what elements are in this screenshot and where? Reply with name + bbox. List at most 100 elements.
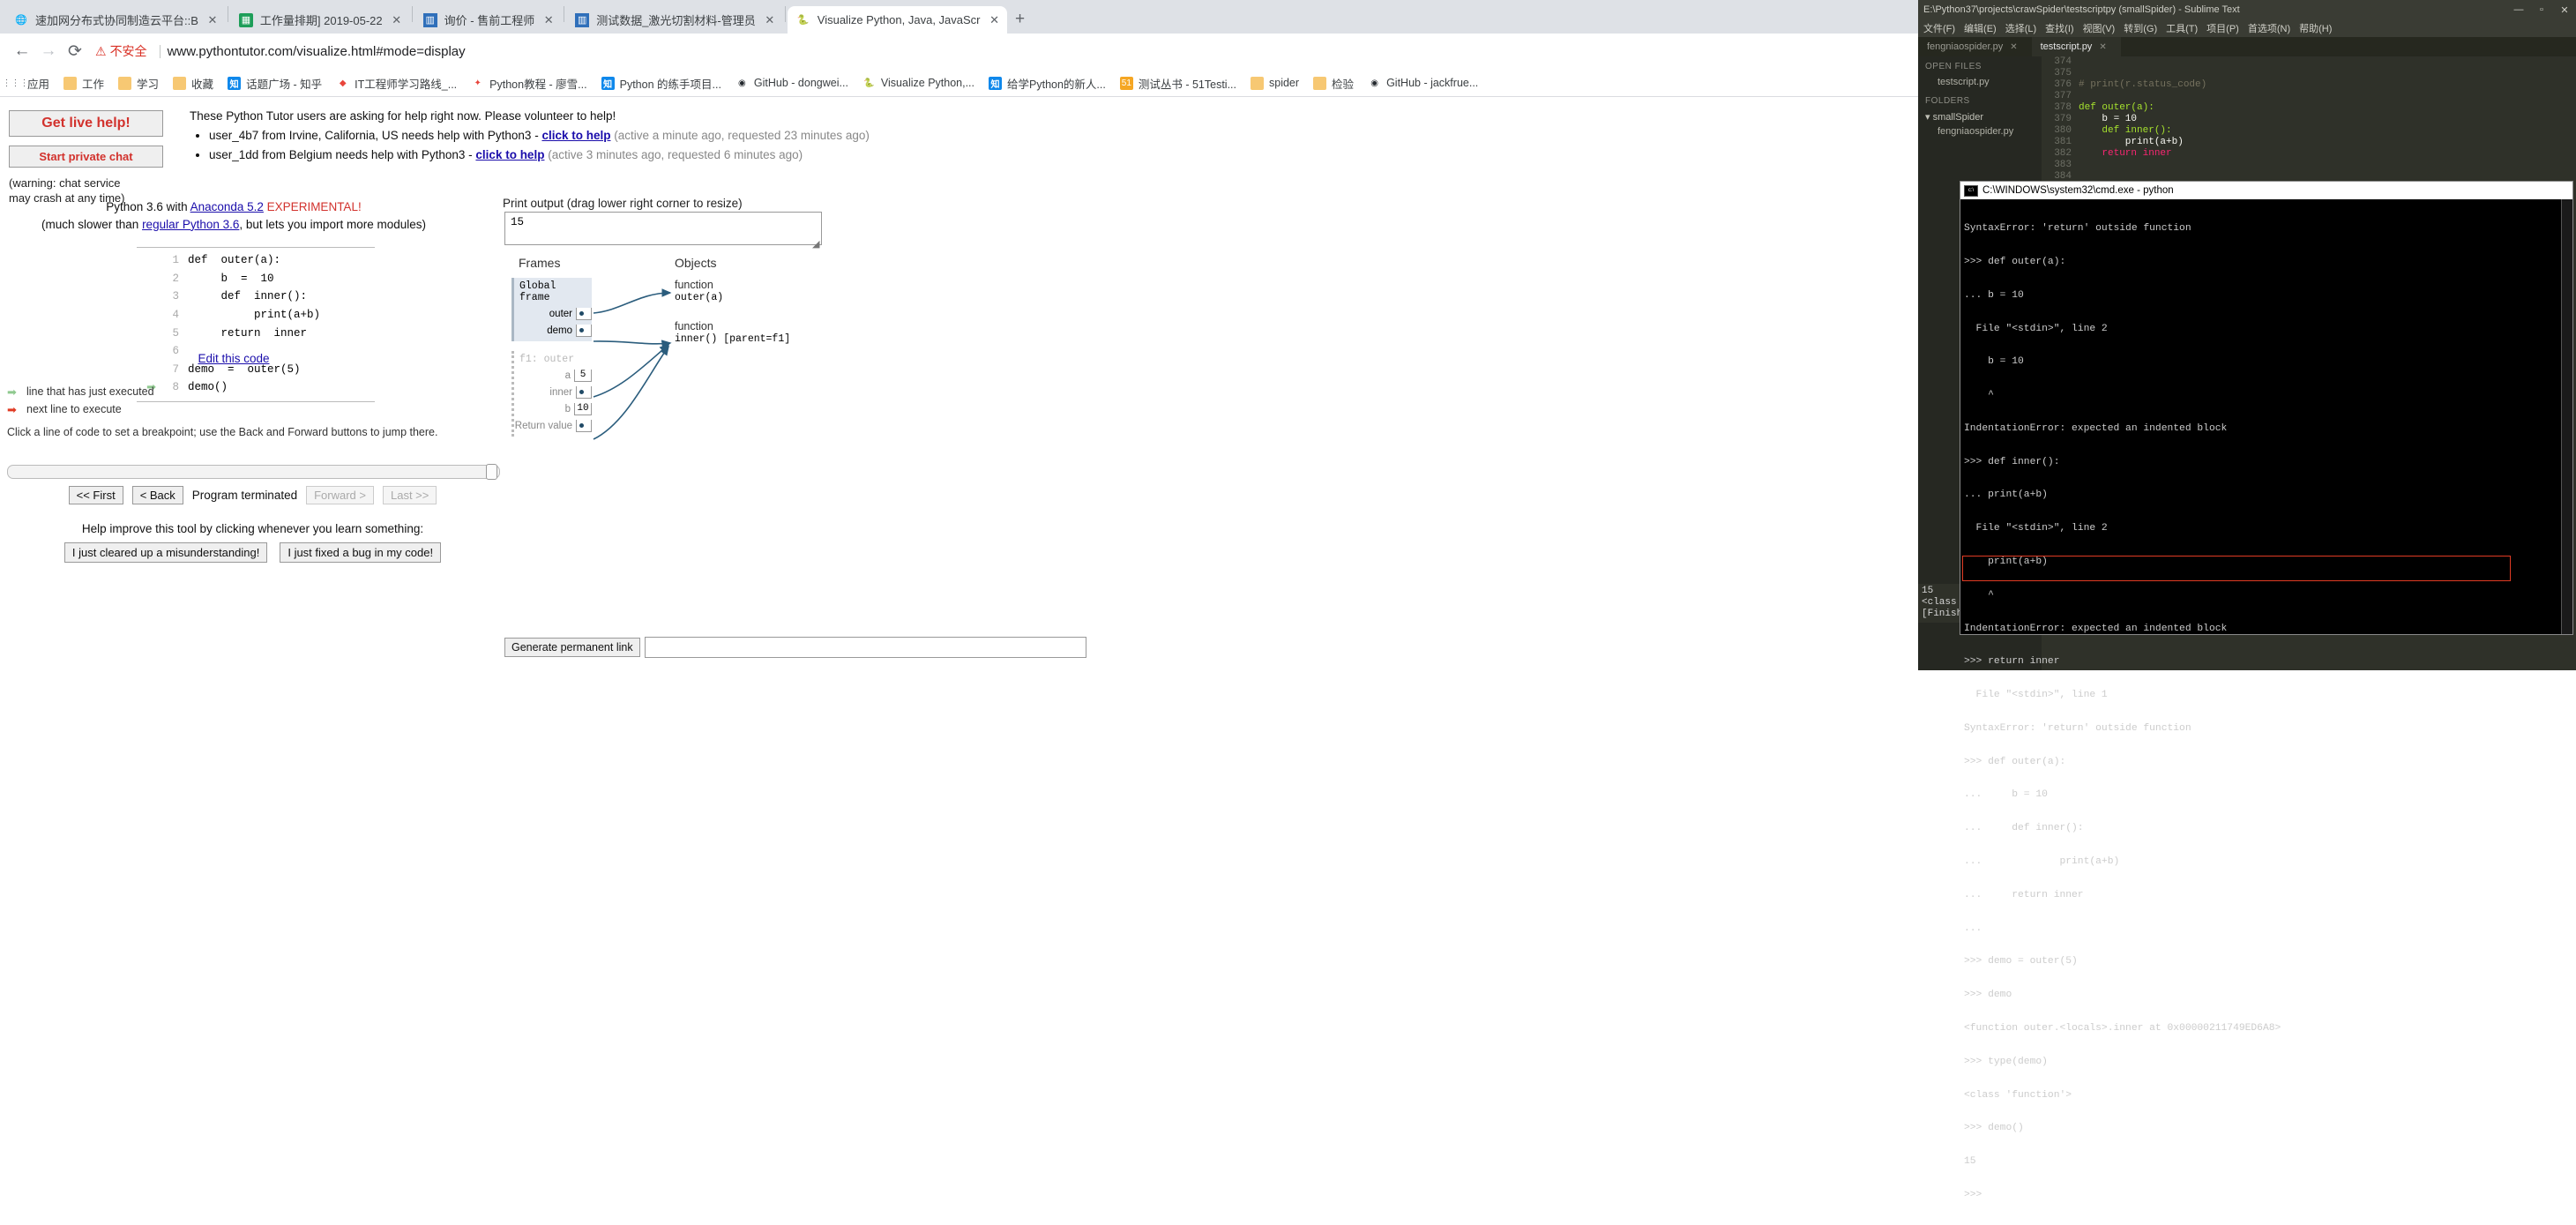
bookmark-13[interactable]: 检验 (1313, 75, 1354, 92)
frame-variable: b 10 (514, 403, 592, 415)
cmd-scrollbar[interactable] (2561, 199, 2572, 634)
menu-goto[interactable]: 转到(G) (2124, 21, 2157, 35)
global-frame-title: Global frame (519, 280, 556, 303)
menu-find[interactable]: 查找(I) (2045, 21, 2073, 35)
editor-line: 378 def outer(a): (2042, 102, 2576, 114)
back-button[interactable]: < Back (131, 486, 183, 504)
cmd-line: ... print(a+b) (1964, 856, 2120, 868)
bookmark-10[interactable]: 知给学Python的新人... (989, 75, 1106, 92)
bookmark-5[interactable]: ◆ IT工程师学习路线_... (336, 75, 457, 92)
menu-tools[interactable]: 工具(T) (2166, 21, 2198, 35)
close-icon[interactable]: ✕ (763, 13, 777, 27)
bookmark-7[interactable]: 知 Python 的练手项目... (601, 75, 721, 92)
bookmark-6[interactable]: ✦ Python教程 - 廖雪... (471, 75, 586, 92)
address-bar[interactable]: ⚠ 不安全 www.pythontutor.com/visualize.html… (95, 39, 1909, 63)
anaconda-link[interactable]: Anaconda 5.2 (190, 200, 264, 213)
version-line-2: (much slower than regular Python 3.6, bu… (0, 216, 467, 234)
resize-grip-icon[interactable]: ◢ (812, 238, 819, 250)
cmd-line: >>> def outer(a): (1964, 256, 2066, 267)
browser-tab-label: 询价 - 售前工程师 (444, 14, 535, 27)
close-icon[interactable]: ✕ (390, 13, 404, 27)
sublime-tab-fengniaospider[interactable]: fengniaospider.py ✕ (1918, 37, 2032, 56)
close-icon[interactable]: ✕ (2553, 4, 2576, 16)
zhihu-icon: 知 (228, 76, 242, 90)
bookmark-9[interactable]: 🐍 Visualize Python,... (862, 77, 974, 90)
last-button[interactable]: Last >> (383, 486, 437, 504)
back-icon[interactable]: ← (9, 38, 35, 64)
code-line[interactable]: 5 return inner (137, 325, 375, 343)
browser-tab-3[interactable]: ▥ 测试数据_激光切割材料-管理员 ✕ (566, 6, 782, 34)
menu-edit[interactable]: 编辑(E) (1964, 21, 1997, 35)
click-to-help-link[interactable]: click to help (475, 148, 544, 161)
code-line[interactable]: 3 def inner(): (137, 288, 375, 306)
click-to-help-link[interactable]: click to help (541, 129, 610, 142)
minimize-icon[interactable]: — (2507, 4, 2530, 16)
security-warning[interactable]: ⚠ 不安全 (95, 42, 147, 60)
folder-icon (1251, 76, 1264, 90)
browser-tab-0[interactable]: 🌐 速加网分布式协同制造云平台::B ✕ (5, 6, 225, 34)
sublime-tab-testscript[interactable]: testscript.py ✕ (2031, 37, 2121, 56)
slider-knob[interactable] (486, 464, 497, 480)
code-text: def inner(): (2079, 125, 2172, 136)
edit-this-code-link[interactable]: Edit this code (198, 352, 269, 365)
new-tab-button[interactable]: + (1008, 7, 1033, 32)
bookmark-label: Python教程 - 廖雪... (489, 78, 587, 91)
bookmark-label: 学习 (137, 78, 160, 91)
close-icon[interactable]: ✕ (988, 13, 1002, 27)
variable-name: Return value (514, 420, 572, 431)
menu-file[interactable]: 文件(F) (1923, 21, 1955, 35)
bookmark-12[interactable]: spider (1251, 76, 1299, 90)
bookmark-14[interactable]: ◉ GitHub - jackfrue... (1368, 77, 1478, 90)
cmd-console-output[interactable]: SyntaxError: 'return' outside function >… (1960, 199, 2572, 1225)
pythontutor-page: Get live help! Start private chat (warni… (0, 97, 1918, 670)
cleared-misunderstanding-button[interactable]: I just cleared up a misunderstanding! (63, 542, 268, 563)
forward-button[interactable]: Forward > (306, 486, 374, 504)
menu-view[interactable]: 视图(V) (2083, 21, 2116, 35)
close-icon[interactable]: ✕ (2099, 42, 2106, 52)
green-arrow-icon: ➡ (7, 385, 17, 399)
code-line[interactable]: 2 b = 10 (137, 270, 375, 288)
frame-variable: a 5 (514, 370, 592, 382)
regular-python-link[interactable]: regular Python 3.6 (142, 218, 239, 231)
open-file-item[interactable]: testscript.py (1925, 77, 2049, 87)
menu-help[interactable]: 帮助(H) (2299, 21, 2332, 35)
first-button[interactable]: << First (68, 486, 123, 504)
bookmark-apps[interactable]: ⋮⋮⋮ 应用 (3, 75, 50, 92)
code-display[interactable]: 1 def outer(a): 2 b = 10 3 def inner(): 4… (137, 247, 375, 402)
menu-select[interactable]: 选择(L) (2005, 21, 2036, 35)
folder-item[interactable]: ▾ smallSpider (1925, 111, 2049, 123)
cmd-line: >>> def outer(a): (1964, 756, 2066, 767)
get-live-help-button[interactable]: Get live help! (9, 110, 163, 137)
reload-icon[interactable]: ⟳ (62, 38, 88, 64)
browser-tab-4[interactable]: 🐍 Visualize Python, Java, JavaScr ✕ (787, 6, 1007, 34)
bookmark-1[interactable]: 工作 (63, 75, 104, 92)
menu-project[interactable]: 项目(P) (2206, 21, 2239, 35)
browser-tab-2[interactable]: ▥ 询价 - 售前工程师 ✕ (414, 6, 562, 34)
generate-permalink-button[interactable]: Generate permanent link (504, 638, 640, 657)
f1-frame-title: f1: outer (519, 354, 575, 365)
cmd-line: ... def inner(): (1964, 823, 2084, 834)
close-icon[interactable]: ✕ (541, 13, 556, 27)
code-line-current[interactable]: ➡ 8 demo() (137, 378, 375, 397)
close-icon[interactable]: ✕ (205, 13, 220, 27)
close-icon[interactable]: ✕ (2010, 42, 2017, 52)
start-private-chat-button[interactable]: Start private chat (9, 146, 163, 168)
menu-preferences[interactable]: 首选项(N) (2248, 21, 2290, 35)
github-icon: ◉ (738, 78, 746, 88)
execution-slider[interactable] (7, 464, 500, 480)
print-output-box[interactable]: 15 (504, 212, 822, 245)
browser-tab-1[interactable]: ▦ 工作量排期] 2019-05-22 ✕ (229, 6, 409, 34)
maximize-icon[interactable]: ▫ (2530, 4, 2553, 16)
bookmark-4[interactable]: 知话题广场 - 知乎 (228, 75, 322, 92)
permalink-input[interactable] (644, 637, 1086, 658)
code-line[interactable]: 1 def outer(a): (137, 251, 375, 270)
bookmark-8[interactable]: ◉ GitHub - dongwei... (735, 77, 848, 90)
bookmark-2[interactable]: 学习 (118, 75, 159, 92)
fixed-bug-button[interactable]: I just fixed a bug in my code! (280, 542, 442, 563)
code-line[interactable]: 4 print(a+b) (137, 306, 375, 325)
bookmark-11[interactable]: 51 测试丛书 - 51Testi... (1119, 75, 1236, 92)
bookmark-3[interactable]: 收藏 (173, 75, 213, 92)
folder-child-item[interactable]: fengniaospider.py (1925, 126, 2049, 137)
execution-legend: ➡ line that has just executed ➡ next line … (7, 384, 154, 418)
forward-icon[interactable]: → (35, 38, 62, 64)
